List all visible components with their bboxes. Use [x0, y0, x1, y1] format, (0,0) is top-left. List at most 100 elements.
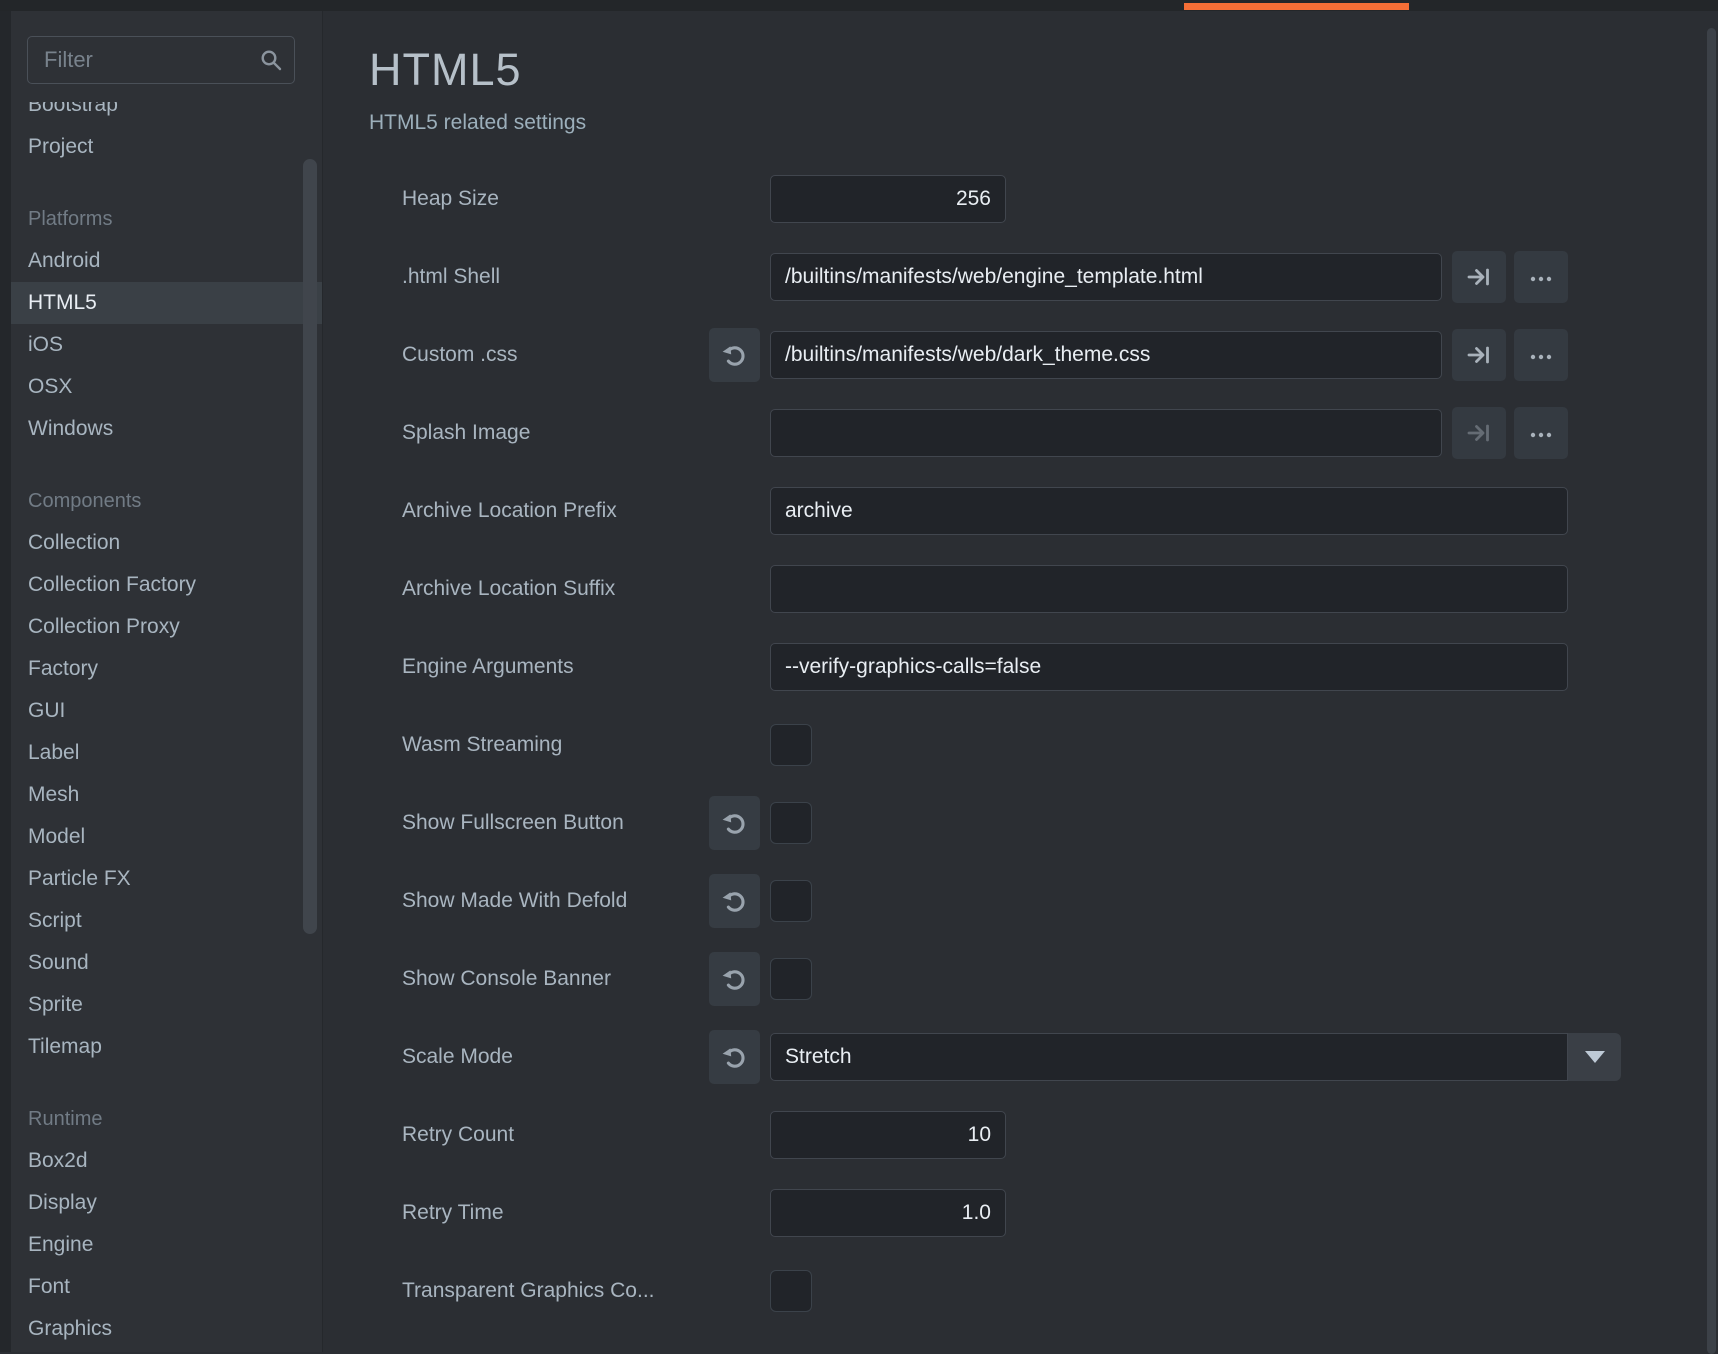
reset-to-default-button[interactable] [709, 796, 760, 850]
field-row-show-made-with-defold: Show Made With Defold [323, 874, 1718, 928]
field-row-wasm-streaming: Wasm Streaming [323, 718, 1718, 772]
sidebar-item-android[interactable]: Android [11, 240, 322, 282]
field-row-transparent-graphics-context: Transparent Graphics Co... [323, 1264, 1718, 1318]
sidebar-item-label[interactable]: Label [11, 732, 322, 774]
field-label: Show Console Banner [402, 952, 611, 1006]
arrow-to-bar-icon [1466, 342, 1492, 368]
open-resource-button[interactable] [1452, 251, 1506, 303]
reset-icon [721, 1044, 748, 1071]
wasm-streaming-checkbox[interactable] [770, 724, 812, 766]
sidebar-item-factory[interactable]: Factory [11, 648, 322, 690]
retry-time-input[interactable] [770, 1189, 1006, 1237]
field-label: Heap Size [402, 172, 499, 226]
field-row-scale-mode: Scale Mode Stretch [323, 1030, 1718, 1084]
sidebar-item-windows[interactable]: Windows [11, 408, 322, 450]
field-row-engine-arguments: Engine Arguments [323, 640, 1718, 694]
field-label: Engine Arguments [402, 640, 574, 694]
field-label: Scale Mode [402, 1030, 513, 1084]
sidebar-scrollbar-thumb[interactable] [303, 159, 317, 934]
archive-location-prefix-input[interactable] [770, 487, 1568, 535]
field-label: Archive Location Suffix [402, 562, 615, 616]
field-label: Custom .css [402, 328, 518, 382]
sidebar-section-runtime: Runtime [11, 1098, 322, 1140]
sidebar-item-collection[interactable]: Collection [11, 522, 322, 564]
field-label: Show Made With Defold [402, 874, 627, 928]
sidebar-category-list: Bootstrap Project Platforms Android HTML… [11, 102, 322, 1352]
sidebar-item-project[interactable]: Project [11, 126, 322, 168]
browse-resource-button[interactable] [1514, 329, 1568, 381]
sidebar-item-osx[interactable]: OSX [11, 366, 322, 408]
ellipsis-icon [1528, 264, 1554, 290]
field-row-archive-location-prefix: Archive Location Prefix [323, 484, 1718, 538]
window-edge-strip [0, 11, 11, 1352]
sidebar-item-script[interactable]: Script [11, 900, 322, 942]
archive-location-suffix-input[interactable] [770, 565, 1568, 613]
field-row-heap-size: Heap Size [323, 172, 1718, 226]
sidebar-item-graphics[interactable]: Graphics [11, 1308, 322, 1350]
html-shell-input[interactable] [770, 253, 1442, 301]
sidebar-item-display[interactable]: Display [11, 1182, 322, 1224]
browse-resource-button[interactable] [1514, 251, 1568, 303]
arrow-to-bar-icon [1466, 420, 1492, 446]
sidebar-item-gui[interactable]: GUI [11, 690, 322, 732]
transparent-graphics-context-checkbox[interactable] [770, 1270, 812, 1312]
custom-css-input[interactable] [770, 331, 1442, 379]
reset-icon [721, 888, 748, 915]
field-label: Transparent Graphics Co... [402, 1264, 655, 1318]
sidebar-item-sprite[interactable]: Sprite [11, 984, 322, 1026]
field-row-custom-css: Custom .css [323, 328, 1718, 382]
browse-resource-button[interactable] [1514, 407, 1568, 459]
sidebar-item-collection-factory[interactable]: Collection Factory [11, 564, 322, 606]
sidebar-item-font[interactable]: Font [11, 1266, 322, 1308]
field-label: Retry Count [402, 1108, 514, 1162]
engine-arguments-input[interactable] [770, 643, 1568, 691]
sidebar-item-box2d[interactable]: Box2d [11, 1140, 322, 1182]
sidebar-item-ios[interactable]: iOS [11, 324, 322, 366]
sidebar-item-tilemap[interactable]: Tilemap [11, 1026, 322, 1068]
field-row-retry-count: Retry Count [323, 1108, 1718, 1162]
reset-icon [721, 810, 748, 837]
open-resource-button[interactable] [1452, 329, 1506, 381]
dropdown-arrow-button[interactable] [1568, 1033, 1621, 1081]
search-icon [259, 48, 283, 72]
main-scrollbar-thumb[interactable] [1707, 28, 1716, 1354]
field-row-archive-location-suffix: Archive Location Suffix [323, 562, 1718, 616]
show-fullscreen-button-checkbox[interactable] [770, 802, 812, 844]
sidebar-item-mesh[interactable]: Mesh [11, 774, 322, 816]
field-row-show-fullscreen-button: Show Fullscreen Button [323, 796, 1718, 850]
sidebar-item-model[interactable]: Model [11, 816, 322, 858]
show-made-with-defold-checkbox[interactable] [770, 880, 812, 922]
field-row-splash-image: Splash Image [323, 406, 1718, 460]
reset-to-default-button[interactable] [709, 874, 760, 928]
field-label: Retry Time [402, 1186, 504, 1240]
sidebar-item-engine[interactable]: Engine [11, 1224, 322, 1266]
sidebar-item-bootstrap[interactable]: Bootstrap [11, 102, 322, 126]
reset-to-default-button[interactable] [709, 328, 760, 382]
reset-to-default-button[interactable] [709, 952, 760, 1006]
page-title: HTML5 [369, 44, 522, 96]
sidebar-item-particle-fx[interactable]: Particle FX [11, 858, 322, 900]
filter-input[interactable] [28, 37, 294, 83]
sidebar-item-sound[interactable]: Sound [11, 942, 322, 984]
retry-count-input[interactable] [770, 1111, 1006, 1159]
show-console-banner-checkbox[interactable] [770, 958, 812, 1000]
active-tab-indicator [1184, 3, 1409, 10]
filter-field [27, 36, 295, 84]
heap-size-input[interactable] [770, 175, 1006, 223]
tab-bar-bottom-strip [0, 0, 1718, 11]
field-label: Show Fullscreen Button [402, 796, 624, 850]
sidebar-section-components: Components [11, 480, 322, 522]
sidebar-item-collection-proxy[interactable]: Collection Proxy [11, 606, 322, 648]
reset-to-default-button[interactable] [709, 1030, 760, 1084]
splash-image-input[interactable] [770, 409, 1442, 457]
arrow-to-bar-icon [1466, 264, 1492, 290]
open-resource-button-disabled[interactable] [1452, 407, 1506, 459]
page-subtitle: HTML5 related settings [369, 111, 586, 135]
sidebar-item-html5[interactable]: HTML5 [11, 282, 322, 324]
scale-mode-select[interactable]: Stretch [770, 1033, 1568, 1081]
settings-sidebar: Bootstrap Project Platforms Android HTML… [0, 11, 322, 1352]
reset-icon [721, 342, 748, 369]
ellipsis-icon [1528, 342, 1554, 368]
sidebar-section-platforms: Platforms [11, 198, 322, 240]
field-row-html-shell: .html Shell [323, 250, 1718, 304]
